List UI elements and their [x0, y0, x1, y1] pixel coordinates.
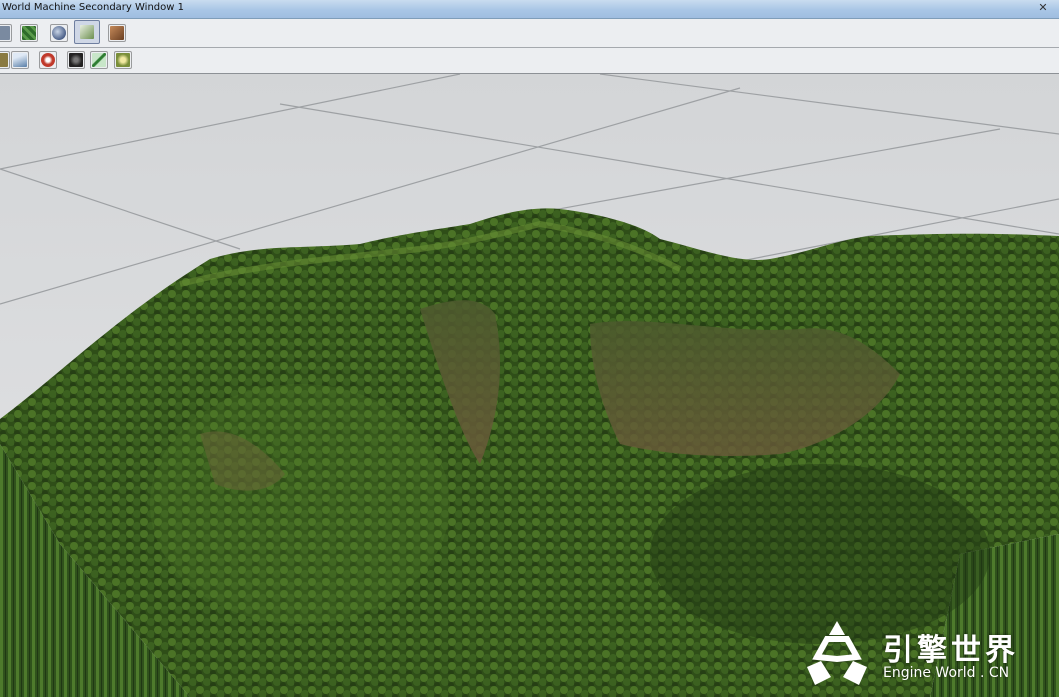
watermark: 引擎世界 Engine World . CN — [801, 619, 1041, 689]
brush-button[interactable] — [90, 51, 108, 69]
terrain-texture-icon — [110, 26, 124, 40]
valley-shadow — [650, 464, 990, 644]
3d-view-icon — [80, 25, 94, 39]
terrain-texture-button[interactable] — [108, 24, 126, 42]
render-icon — [0, 26, 10, 40]
tool-a-button[interactable] — [0, 51, 10, 69]
window-title: World Machine Secondary Window 1 — [2, 2, 184, 13]
3d-view-button[interactable] — [74, 20, 100, 44]
red-filter-button[interactable] — [39, 51, 57, 69]
brush-icon — [92, 53, 106, 67]
camera-icon — [69, 53, 83, 67]
hill-highlight — [150, 384, 450, 624]
red-filter-icon — [41, 53, 55, 67]
watermark-chinese-text: 引擎世界 — [883, 633, 1019, 668]
tool-a-icon — [0, 53, 8, 67]
mountain-icon — [13, 53, 27, 67]
render-button[interactable] — [0, 24, 12, 42]
title-bar: World Machine Secondary Window 1 ✕ — [0, 0, 1059, 19]
terrain-scene — [0, 74, 1059, 697]
3d-viewport[interactable]: 引擎世界 Engine World . CN — [0, 74, 1059, 697]
sphere-button[interactable] — [50, 24, 68, 42]
toolbar-top — [0, 19, 1059, 48]
close-button[interactable]: ✕ — [1033, 1, 1053, 15]
engine-world-logo-icon — [807, 621, 867, 685]
sphere-icon — [52, 26, 66, 40]
toolbar-bottom — [0, 48, 1059, 74]
camera-button[interactable] — [67, 51, 85, 69]
watermark-english-text: Engine World . CN — [883, 665, 1010, 681]
mountain-button[interactable] — [11, 51, 29, 69]
texture-button[interactable] — [20, 24, 38, 42]
texture-icon — [22, 26, 36, 40]
settings-icon — [116, 53, 130, 67]
settings-button[interactable] — [114, 51, 132, 69]
